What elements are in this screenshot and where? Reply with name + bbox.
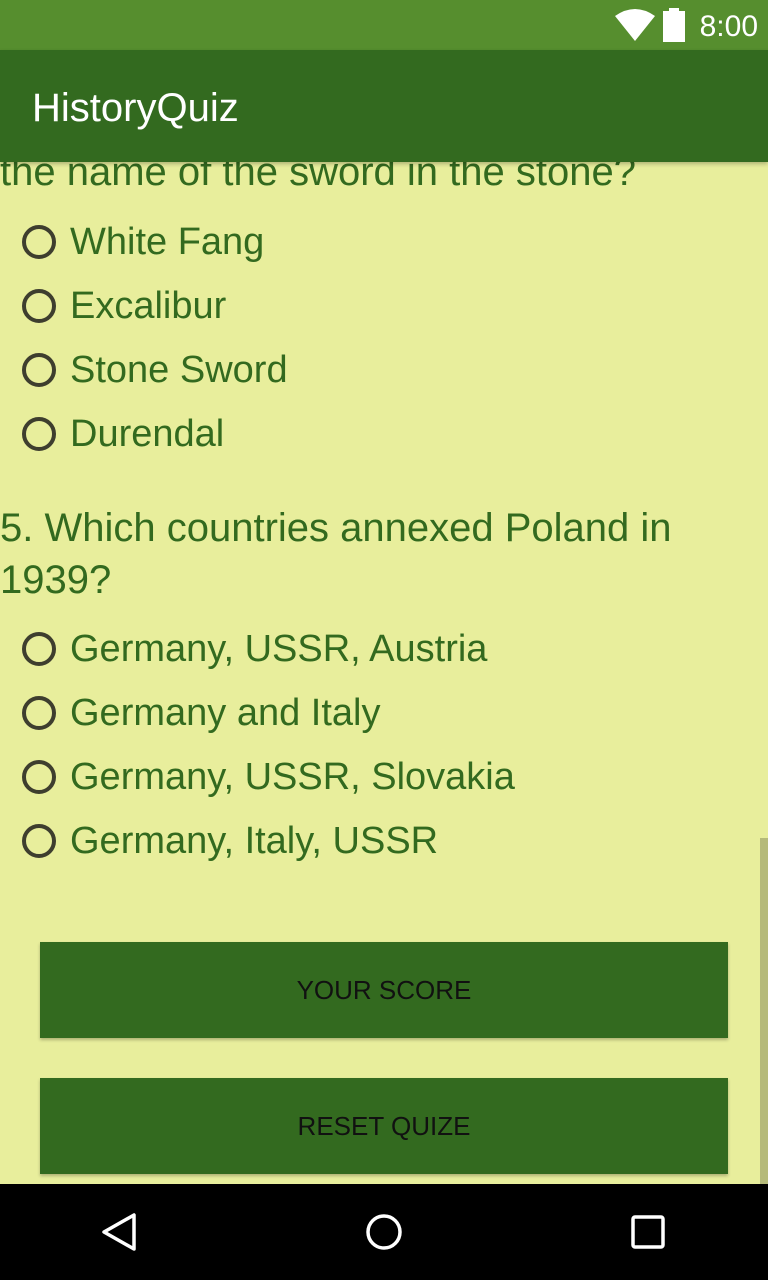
question-4-text: the name of the sword in the stone? — [0, 162, 636, 194]
status-bar: 8:00 — [0, 0, 768, 50]
option-durendal[interactable]: Durendal — [22, 406, 224, 462]
option-label: Germany, Italy, USSR — [70, 820, 439, 862]
back-icon[interactable] — [100, 1212, 140, 1252]
option-germany-ussr-austria[interactable]: Germany, USSR, Austria — [22, 621, 487, 677]
option-germany-ussr-slovakia[interactable]: Germany, USSR, Slovakia — [22, 749, 515, 805]
home-icon[interactable] — [364, 1212, 404, 1252]
option-label: Germany and Italy — [70, 692, 381, 734]
radio-button-icon[interactable] — [22, 760, 56, 794]
option-germany-and-italy[interactable]: Germany and Italy — [22, 685, 380, 741]
scrollbar[interactable] — [760, 838, 768, 1184]
navigation-bar — [0, 1184, 768, 1280]
option-label: White Fang — [70, 221, 265, 263]
your-score-button[interactable]: YOUR SCORE — [40, 942, 728, 1038]
wifi-icon — [615, 9, 655, 41]
option-label: Germany, USSR, Slovakia — [70, 756, 515, 798]
option-label: Stone Sword — [70, 349, 288, 391]
option-label: Excalibur — [70, 285, 227, 327]
option-germany-italy-ussr[interactable]: Germany, Italy, USSR — [22, 813, 438, 869]
radio-button-icon[interactable] — [22, 824, 56, 858]
option-label: Germany, USSR, Austria — [70, 628, 488, 670]
radio-button-icon[interactable] — [22, 696, 56, 730]
app-title: HistoryQuiz — [32, 86, 239, 130]
question-5-text: 5. Which countries annexed Poland in 193… — [0, 506, 672, 602]
radio-button-icon[interactable] — [22, 632, 56, 666]
option-excalibur[interactable]: Excalibur — [22, 278, 226, 334]
reset-quiz-button[interactable]: RESET QUIZE — [40, 1078, 728, 1174]
radio-button-icon[interactable] — [22, 289, 56, 323]
radio-button-icon[interactable] — [22, 417, 56, 451]
app-bar: HistoryQuiz — [0, 50, 768, 162]
radio-button-icon[interactable] — [22, 353, 56, 387]
option-stone-sword[interactable]: Stone Sword — [22, 342, 288, 398]
radio-button-icon[interactable] — [22, 225, 56, 259]
recents-icon[interactable] — [628, 1212, 668, 1252]
option-white-fang[interactable]: White Fang — [22, 214, 264, 270]
option-label: Durendal — [70, 413, 225, 455]
quiz-scroll-content[interactable]: the name of the sword in the stone? Whit… — [0, 162, 768, 1184]
status-time: 8:00 — [699, 10, 758, 43]
battery-icon — [663, 8, 685, 42]
